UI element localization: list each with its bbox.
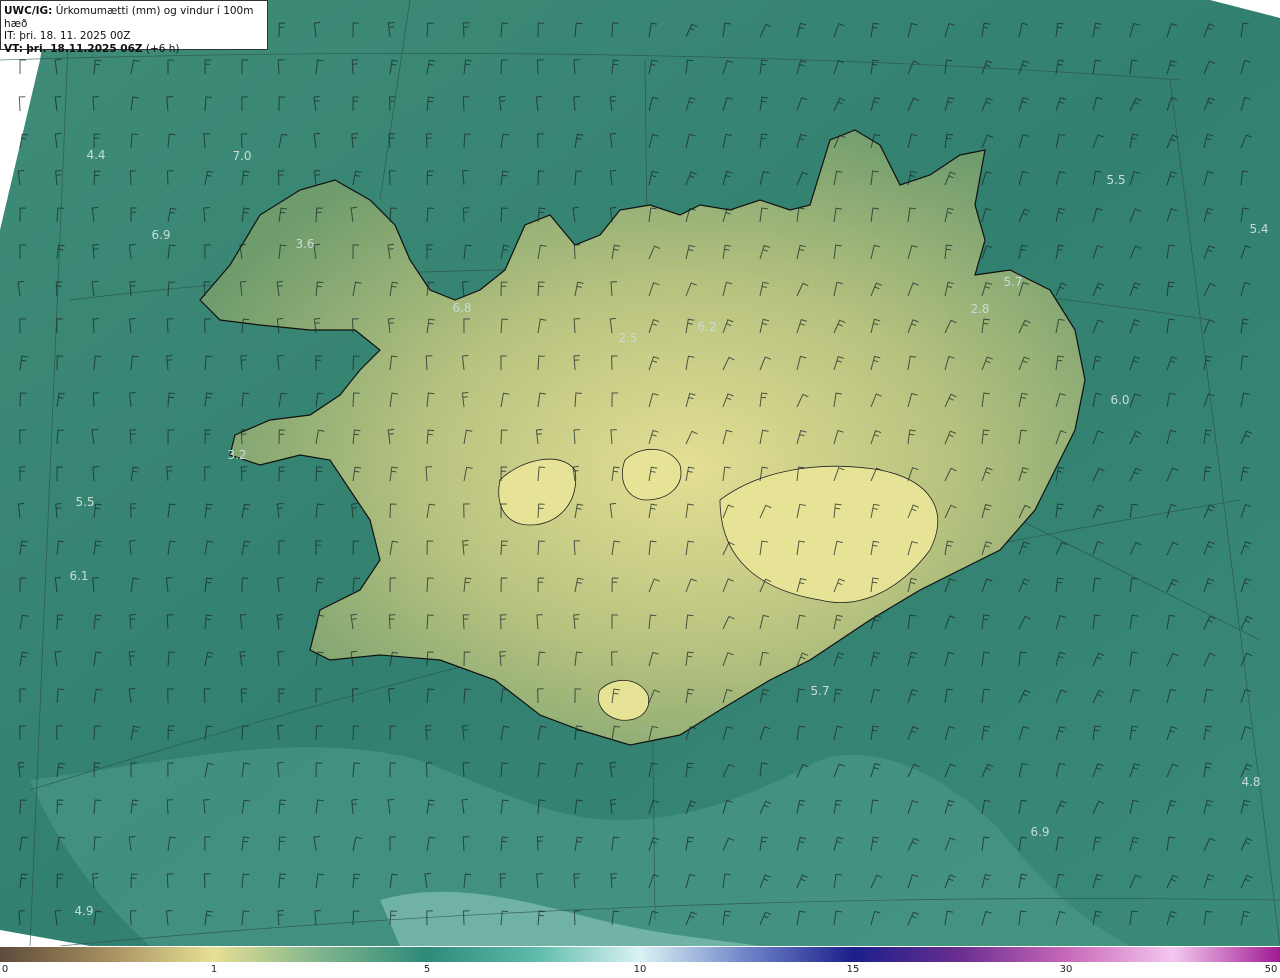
map-value-label: 6.0 (1110, 393, 1129, 407)
map-info-box: UWC/IG: Úrkomumætti (mm) og vindur í 100… (0, 0, 268, 55)
colorbar-tick: 0 (1, 964, 9, 975)
map-value-label: 6.2 (697, 320, 716, 334)
colorbar-tick: 1 (210, 964, 218, 975)
colorbar-tick: 15 (846, 964, 860, 975)
lead-time: (+6 h) (145, 42, 180, 55)
colorbar-tick: 10 (633, 964, 647, 975)
colorbar-tick: 5 (423, 964, 431, 975)
map-value-label: 7.0 (232, 149, 251, 163)
map-value-label: 5.5 (1106, 173, 1125, 187)
colorbar (0, 947, 1280, 962)
colorbar-tick: 30 (1059, 964, 1073, 975)
map-value-label: 3.6 (295, 237, 314, 251)
map-value-label: 6.8 (452, 301, 471, 315)
init-time: IT: þri. 18. 11. 2025 00Z (4, 30, 131, 43)
map-value-label: 3.2 (227, 448, 246, 462)
forecast-map: 4.4 7.0 6.9 3.6 6.8 2.5 6.2 5.7 2.8 5.5 5.4 6.0 3.2 5… (0, 0, 1280, 946)
map-value-label: 5.5 (75, 495, 94, 509)
map-value-label: 6.9 (151, 228, 170, 242)
map-value-label: 6.9 (1030, 825, 1049, 839)
valid-time: þri. 18.11.2025 06Z (26, 42, 143, 55)
map-value-label: 5.7 (810, 684, 829, 698)
map-value-label: 5.4 (1249, 222, 1268, 236)
product-code: UWC/IG: (4, 5, 53, 17)
map-value-label: 4.8 (1241, 775, 1260, 789)
map-value-label: 2.5 (618, 331, 637, 345)
colorbar-tick: 50 (1264, 964, 1278, 975)
map-value-label: 4.4 (86, 148, 105, 162)
valid-prefix: VT: (4, 42, 23, 55)
map-value-label: 6.1 (69, 569, 88, 583)
map-value-label: 5.7 (1003, 275, 1022, 289)
map-value-label: 2.8 (970, 302, 989, 316)
map-value-label: 4.9 (74, 904, 93, 918)
